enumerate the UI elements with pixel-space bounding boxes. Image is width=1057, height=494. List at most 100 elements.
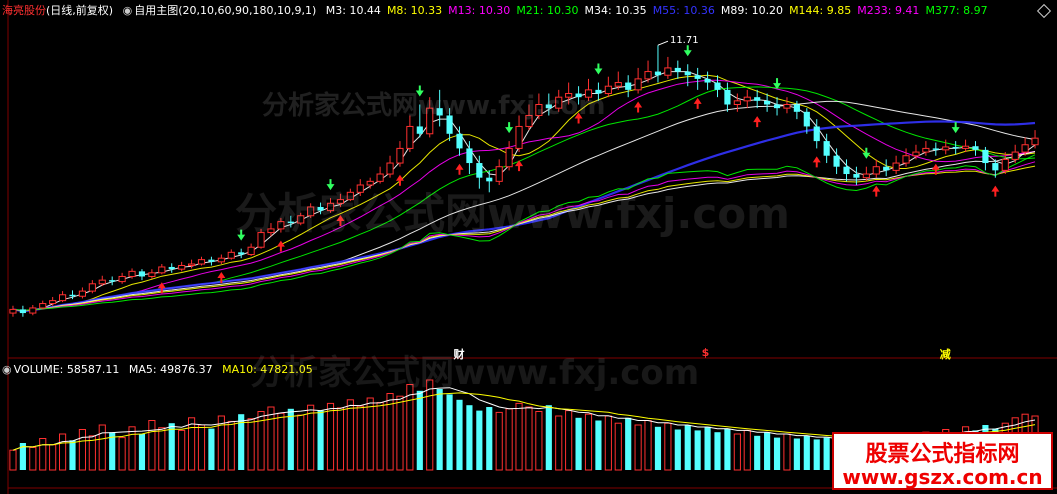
candle-body	[644, 71, 652, 80]
candle-body	[396, 147, 404, 164]
volume-bar	[307, 404, 315, 471]
event-marker[interactable]: 减	[940, 346, 951, 362]
volume-bar	[764, 432, 771, 470]
buy-arrow-icon	[753, 116, 762, 128]
badge-title: 股票公式指标网	[865, 442, 1020, 467]
buy-arrow-icon	[693, 97, 702, 109]
candle-body	[217, 257, 225, 263]
candle-body	[59, 294, 67, 302]
candle-body	[178, 265, 186, 270]
volume-bar	[486, 407, 493, 470]
high-marker-label: 11.71	[670, 35, 699, 46]
candle-body	[823, 141, 830, 156]
volume-bar	[505, 408, 513, 471]
volume-bar	[773, 437, 781, 470]
candle-body	[69, 294, 76, 297]
indicator-legend: 海亮股份(日线,前复权) ◉ 自用主图(20,10,60,90,180,10,9,…	[0, 0, 1057, 22]
stock-name: 海亮股份	[2, 4, 46, 17]
candle-body	[714, 82, 721, 90]
sell-arrow-icon	[862, 147, 871, 159]
candle-body	[922, 147, 930, 153]
candle-body	[992, 163, 999, 171]
volume-bar	[476, 410, 483, 470]
ma-legend-item: M21: 10.30	[516, 4, 579, 17]
candle-body	[932, 148, 939, 150]
volume-bar	[674, 429, 681, 470]
candle-body	[1011, 151, 1019, 160]
volume-bar	[436, 389, 443, 470]
volume-bar	[595, 420, 602, 470]
volume-bar	[456, 399, 463, 470]
volume-bar	[227, 420, 235, 471]
candle-body	[148, 272, 156, 277]
candle-body	[1031, 137, 1039, 146]
volume-bar	[813, 439, 820, 470]
candle-body	[168, 266, 175, 270]
site-badge: 股票公式指标网 www.gszx.com.cn	[832, 432, 1053, 490]
volume-bar	[604, 415, 612, 471]
sell-arrow-icon	[683, 45, 692, 57]
candle-body	[128, 270, 136, 277]
candle-body	[188, 263, 196, 267]
volume-bar	[694, 430, 701, 470]
volume-bar	[823, 437, 830, 470]
ma-legend-item: M377: 8.97	[925, 4, 988, 17]
volume-bar	[49, 444, 57, 471]
candle-body	[227, 251, 235, 259]
buy-arrow-icon	[634, 101, 643, 113]
candle-body	[743, 96, 751, 102]
volume-bar	[59, 433, 67, 471]
candle-body	[466, 148, 473, 164]
candle-body	[733, 100, 741, 106]
candle-body	[476, 163, 483, 178]
candle-body	[704, 78, 711, 83]
volume-bar	[78, 429, 86, 471]
sell-arrow-icon	[505, 122, 514, 134]
candle-body	[88, 283, 96, 292]
candle-body	[773, 104, 781, 109]
candle-body	[813, 126, 820, 142]
buy-arrow-icon	[515, 160, 524, 172]
candle-body	[138, 271, 146, 277]
candle-body	[19, 309, 26, 314]
volume-bar	[98, 424, 106, 471]
candle-body	[684, 71, 691, 76]
event-marker[interactable]: $	[702, 346, 710, 359]
price-chart[interactable]: 11.71	[0, 0, 1057, 494]
candle-body	[118, 275, 126, 283]
candle-body	[942, 146, 950, 151]
settings-icon[interactable]: ◉	[123, 4, 133, 17]
buy-arrow-icon	[872, 185, 881, 197]
volume-bar	[297, 414, 305, 471]
ma-legend-item: M55: 10.36	[652, 4, 715, 17]
volume-bar	[158, 427, 166, 471]
volume-bar	[188, 417, 196, 471]
volume-bar	[267, 406, 275, 471]
candle-body	[158, 266, 166, 274]
volume-bar	[208, 428, 215, 470]
candle-body	[238, 252, 245, 255]
ma-legend-item: M3: 10.44	[325, 4, 381, 17]
volume-bar	[575, 417, 582, 470]
volume-settings-icon[interactable]: ◉	[2, 363, 12, 376]
candle-body	[872, 166, 880, 175]
volume-bar	[584, 413, 593, 471]
volume-bar	[396, 395, 404, 471]
candle-body	[9, 308, 17, 314]
candle-body	[634, 78, 642, 91]
volume-bar	[614, 422, 622, 471]
chart-frame: 11.71 海亮股份(日线,前复权) ◉ 自用主图(20,10,60,90,180…	[0, 0, 1057, 494]
buy-arrow-icon	[812, 156, 821, 168]
formula-name: 自用主图(20,10,60,90,180,10,9,1)	[134, 4, 317, 17]
volume-bar	[148, 420, 156, 471]
volume-bar	[336, 407, 344, 471]
volume-bar	[29, 447, 37, 471]
badge-url: www.gszx.com.cn	[842, 465, 1043, 489]
candle-body	[456, 133, 463, 149]
event-marker[interactable]: 财	[454, 346, 465, 362]
volume-bar	[197, 424, 206, 471]
sell-arrow-icon	[951, 122, 960, 134]
volume-bar	[416, 390, 423, 470]
volume-bar	[704, 426, 711, 470]
volume-bar	[684, 425, 691, 470]
